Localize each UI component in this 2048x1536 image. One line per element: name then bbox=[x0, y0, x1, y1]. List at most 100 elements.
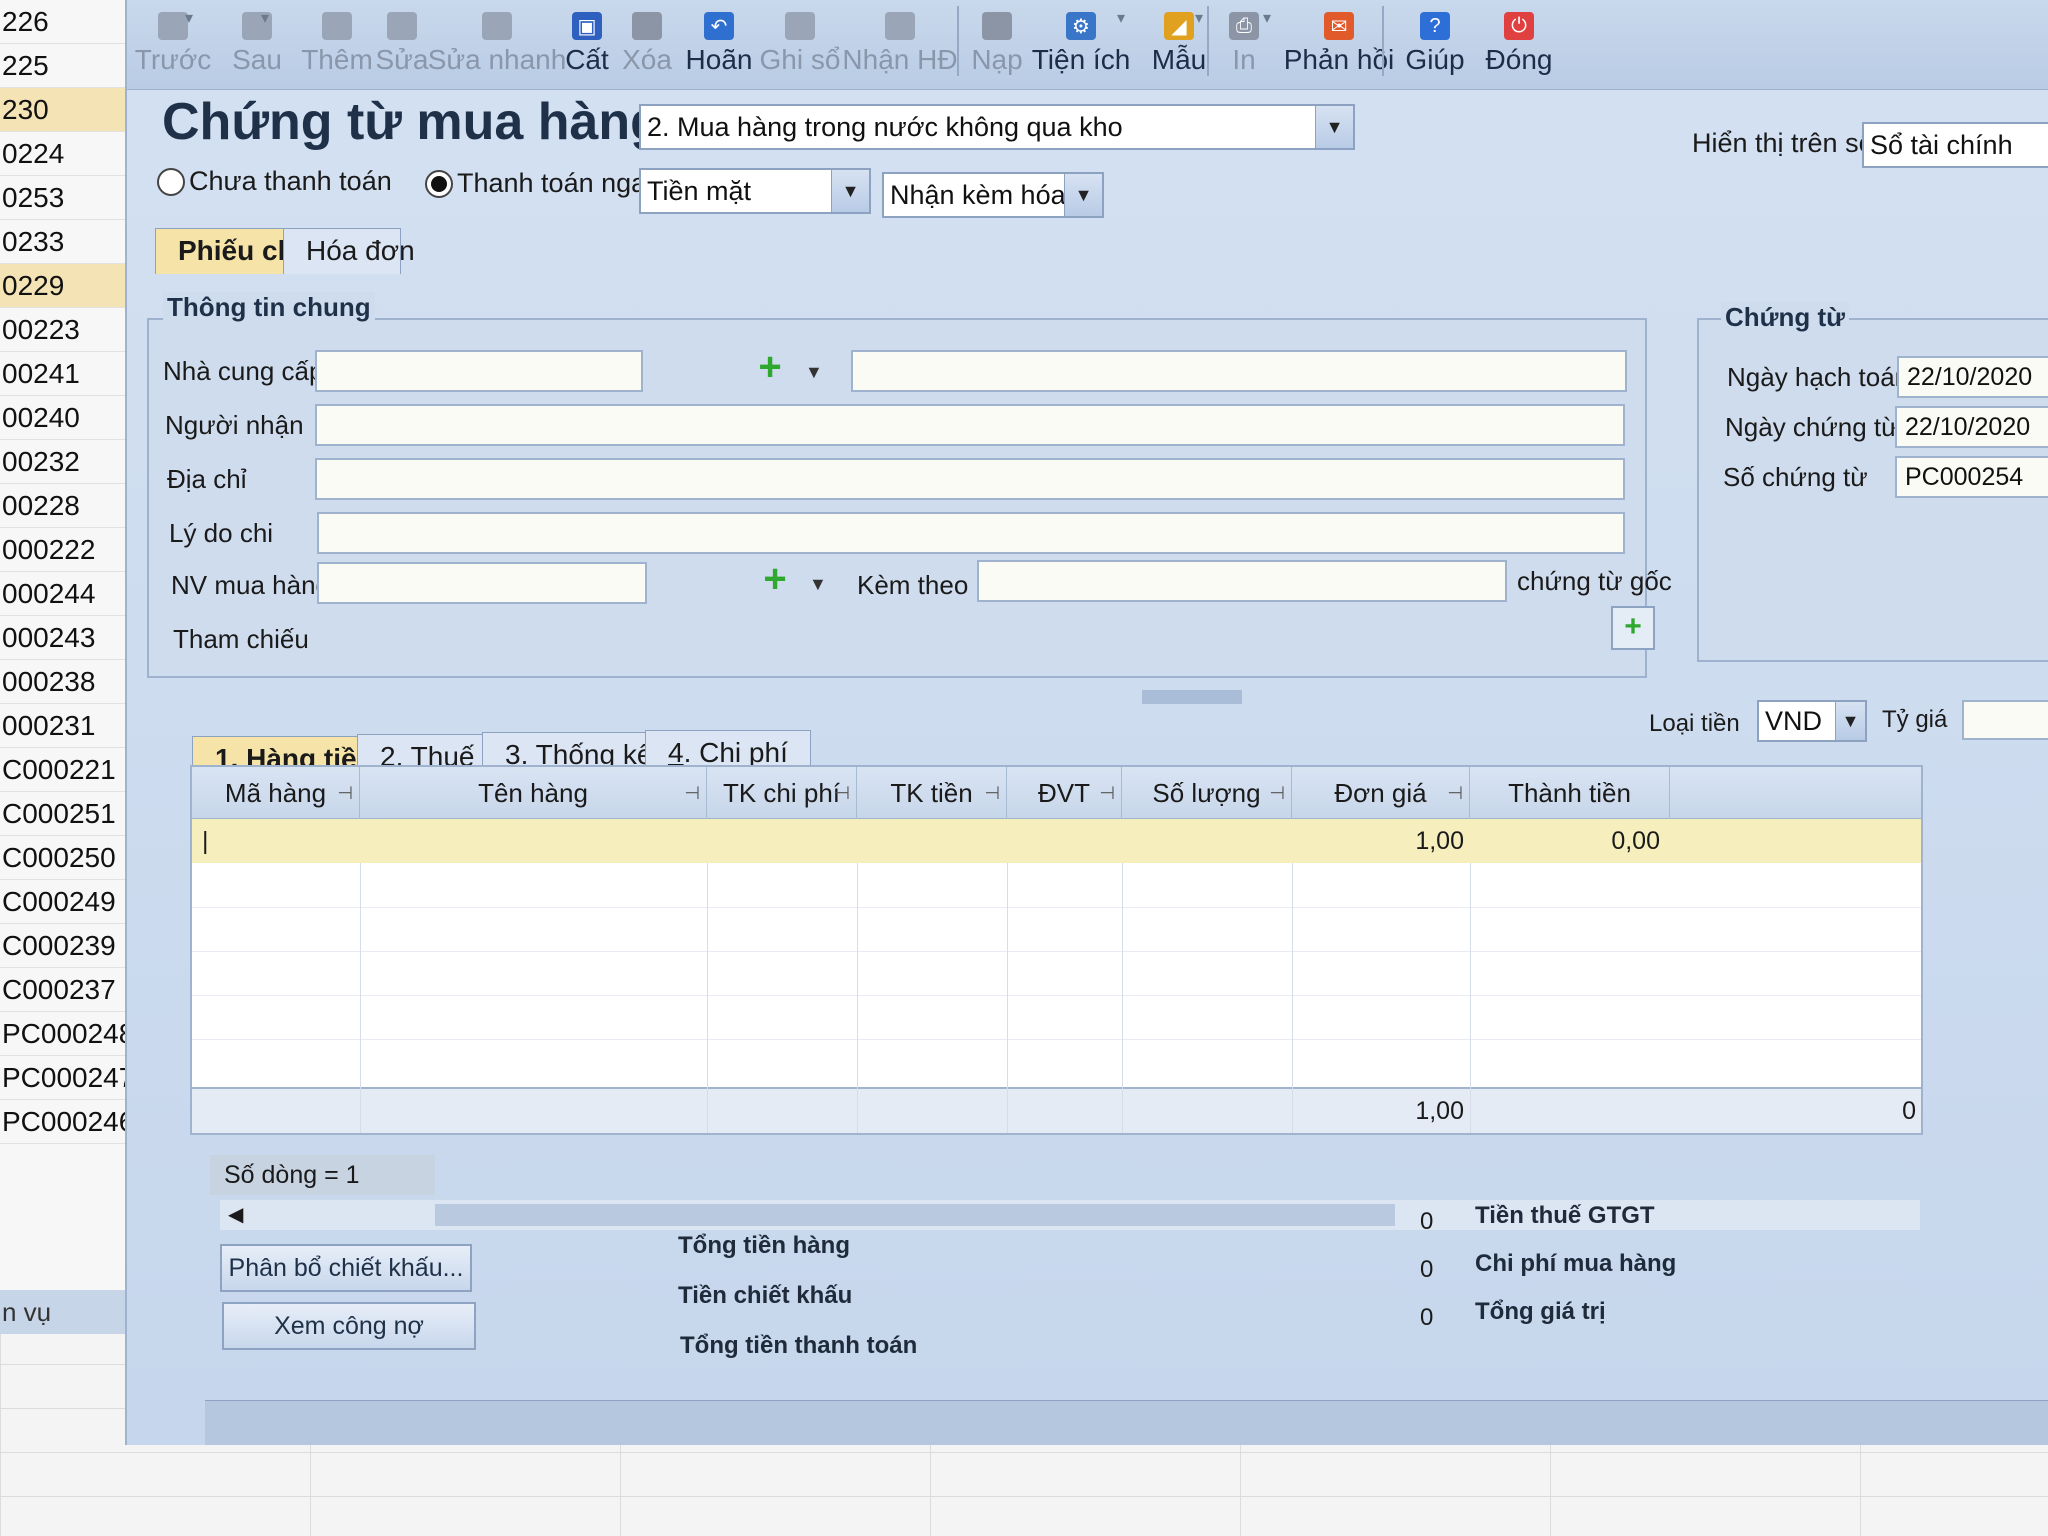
pin-icon[interactable]: ⊣ bbox=[684, 767, 700, 819]
toolbar-reload-button[interactable]: Nạp bbox=[967, 0, 1027, 88]
toolbar-undo-button[interactable]: ↶ Hoãn bbox=[679, 0, 759, 88]
column-header[interactable]: TK tiền ⊣ bbox=[857, 767, 1007, 819]
toolbar-delete-button[interactable]: Xóa bbox=[617, 0, 677, 88]
chevron-down-icon[interactable]: ▾ bbox=[185, 8, 193, 28]
add-supplier-icon[interactable]: + bbox=[752, 347, 788, 387]
staff-input[interactable] bbox=[317, 562, 647, 604]
chevron-down-icon[interactable]: ▼ bbox=[1064, 174, 1102, 216]
display-on-book-select[interactable]: Sổ tài chính bbox=[1862, 122, 2048, 168]
grid-column-line bbox=[857, 863, 858, 1133]
tab-invoice[interactable]: Hóa đơn bbox=[283, 228, 415, 274]
supplier-label: Nhà cung cấp bbox=[163, 356, 324, 386]
column-header[interactable]: Thành tiền bbox=[1470, 767, 1670, 819]
vat-value: 0 bbox=[1420, 1208, 1434, 1235]
pin-icon[interactable]: ⊣ bbox=[984, 767, 1000, 819]
pin-icon[interactable]: ⊣ bbox=[834, 767, 850, 819]
pin-icon[interactable]: ⊣ bbox=[1269, 767, 1285, 819]
chevron-down-icon[interactable]: ▾ bbox=[261, 8, 269, 28]
utilities-icon: ⚙ bbox=[1066, 12, 1096, 40]
scrollbar-thumb[interactable] bbox=[435, 1204, 1395, 1226]
display-on-book-value: Sổ tài chính bbox=[1870, 130, 2013, 160]
pin-icon[interactable]: ⊣ bbox=[337, 767, 353, 819]
radio-unpaid-label: Chưa thanh toán bbox=[189, 166, 392, 196]
panel-splitter[interactable] bbox=[1142, 690, 1242, 704]
payment-method-select[interactable]: Tiền mặt ▼ bbox=[639, 168, 871, 214]
currency-select[interactable]: VND ▼ bbox=[1757, 700, 1867, 742]
grid-line bbox=[192, 951, 1921, 952]
column-header[interactable]: TK chi phí ⊣ bbox=[707, 767, 857, 819]
column-header[interactable]: Đơn giá ⊣ bbox=[1292, 767, 1470, 819]
print-icon: ⎙ bbox=[1229, 12, 1259, 40]
column-header[interactable]: Số lượng ⊣ bbox=[1122, 767, 1292, 819]
voucher-date-value: 22/10/2020 bbox=[1905, 413, 2031, 441]
toolbar-receive-invoice-button[interactable]: Nhận HĐ bbox=[842, 0, 958, 88]
toolbar-print-button[interactable]: ⎙ In bbox=[1219, 0, 1269, 88]
voucher-no-input[interactable]: PC000254 bbox=[1895, 456, 2048, 498]
column-header-label: Số lượng bbox=[1152, 778, 1261, 808]
unit-price-cell[interactable]: 0,00 bbox=[1470, 819, 1666, 863]
toolbar-save-button[interactable]: ▣ Cất bbox=[557, 0, 617, 88]
supplier-code-input[interactable] bbox=[315, 350, 643, 392]
toolbar-button-label: Thêm bbox=[301, 44, 373, 75]
toolbar-edit-button[interactable]: Sửa bbox=[367, 0, 437, 88]
address-label: Địa chỉ bbox=[167, 464, 247, 494]
supplier-name-input[interactable] bbox=[851, 350, 1627, 392]
chevron-down-icon[interactable]: ▼ bbox=[831, 170, 869, 212]
posting-date-label: Ngày hạch toán bbox=[1727, 362, 1910, 392]
view-debt-button[interactable]: Xem công nợ bbox=[222, 1302, 476, 1350]
reason-input[interactable] bbox=[317, 512, 1625, 554]
posting-date-input[interactable]: 22/10/2020 bbox=[1897, 356, 2048, 398]
toolbar-close-button[interactable]: ⏻ Đóng bbox=[1479, 0, 1559, 88]
edit-icon bbox=[387, 12, 417, 40]
toolbar-button-label: Phản hồi bbox=[1283, 44, 1395, 75]
address-input[interactable] bbox=[315, 458, 1625, 500]
receiver-input[interactable] bbox=[315, 404, 1625, 446]
table-row[interactable]: | 1,00 0,00 bbox=[192, 819, 1921, 863]
exchange-rate-input[interactable] bbox=[1962, 700, 2048, 740]
chevron-down-icon[interactable]: ▾ bbox=[1117, 8, 1125, 28]
chevron-down-icon[interactable]: ▼ bbox=[805, 362, 823, 383]
chevron-down-icon[interactable]: ▼ bbox=[1835, 702, 1865, 740]
chevron-down-icon[interactable]: ▾ bbox=[1195, 8, 1203, 28]
chevron-down-icon[interactable]: ▾ bbox=[1263, 8, 1271, 28]
radio-paid-circle[interactable] bbox=[425, 169, 453, 198]
total-goods-label: Tổng tiền hàng bbox=[678, 1232, 850, 1259]
chevron-down-icon[interactable]: ▼ bbox=[1315, 106, 1353, 148]
undo-icon: ↶ bbox=[704, 12, 734, 40]
toolbar-button-label: Đóng bbox=[1485, 44, 1553, 75]
toolbar-post-ledger-button[interactable]: Ghi sổ bbox=[755, 0, 845, 88]
radio-unpaid[interactable]: Chưa thanh toán bbox=[157, 166, 392, 197]
column-header[interactable]: ĐVT ⊣ bbox=[1007, 767, 1122, 819]
purchase-type-value: 2. Mua hàng trong nước không qua kho bbox=[647, 112, 1123, 142]
voucher-date-input[interactable]: 22/10/2020 bbox=[1895, 406, 2048, 448]
grid-line bbox=[192, 907, 1921, 908]
attach-input[interactable] bbox=[977, 560, 1507, 602]
scroll-left-icon[interactable]: ◀ bbox=[228, 1200, 243, 1230]
currency-label: Loại tiền bbox=[1649, 710, 1740, 737]
horizontal-scrollbar[interactable]: ◀ bbox=[220, 1200, 1920, 1230]
column-header[interactable]: Mã hàng ⊣ bbox=[192, 767, 360, 819]
toolbar-help-button[interactable]: ? Giúp bbox=[1405, 0, 1465, 88]
add-reference-icon[interactable]: + bbox=[1611, 606, 1655, 650]
radio-paid[interactable]: Thanh toán ngay bbox=[425, 168, 660, 199]
invoice-option-select[interactable]: Nhận kèm hóa đơn ▼ bbox=[882, 172, 1104, 218]
column-header-label: TK tiền bbox=[890, 778, 973, 808]
display-on-book-label: Hiển thị trên sổ bbox=[1692, 128, 1874, 158]
toolbar-feedback-mail-button[interactable]: ✉ Phản hồi bbox=[1284, 0, 1394, 88]
chevron-down-icon[interactable]: ▼ bbox=[809, 574, 827, 595]
toolbar-button-label: Hoãn bbox=[685, 44, 753, 75]
item-code-cell[interactable]: | bbox=[194, 819, 354, 863]
discount-allocation-button[interactable]: Phân bổ chiết khấu... bbox=[220, 1244, 472, 1292]
toolbar-button-label: Tiện ích bbox=[1031, 44, 1131, 75]
original-docs-label: chứng từ gốc bbox=[1517, 566, 1672, 596]
goods-grid: Mã hàng ⊣ Tên hàng ⊣ TK chi phí ⊣ TK tiền ⊣ ĐVT ⊣… bbox=[190, 765, 1923, 1135]
purchase-type-select[interactable]: 2. Mua hàng trong nước không qua kho ▼ bbox=[639, 104, 1355, 150]
column-header-label: TK chi phí bbox=[722, 778, 841, 808]
pin-icon[interactable]: ⊣ bbox=[1099, 767, 1115, 819]
quantity-cell[interactable]: 1,00 bbox=[1292, 819, 1470, 863]
column-header[interactable]: Tên hàng ⊣ bbox=[360, 767, 707, 819]
radio-unpaid-circle[interactable] bbox=[157, 167, 185, 196]
pin-icon[interactable]: ⊣ bbox=[1447, 767, 1463, 819]
add-staff-icon[interactable]: + bbox=[757, 559, 793, 599]
toolbar-quick-edit-button[interactable]: Sửa nhanh bbox=[428, 0, 566, 88]
